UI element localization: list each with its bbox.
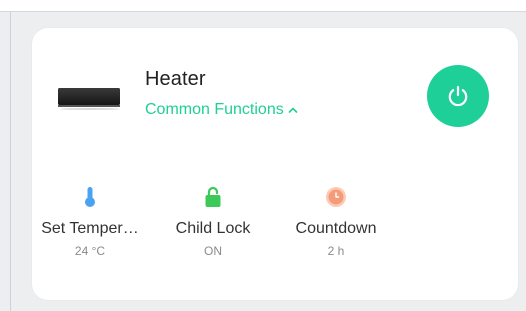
- function-label: Child Lock: [175, 220, 251, 237]
- power-icon: [448, 85, 468, 107]
- common-functions-toggle[interactable]: Common Functions: [145, 101, 298, 119]
- timer-icon: [326, 187, 346, 207]
- function-label: Countdown: [295, 220, 377, 237]
- device-card[interactable]: Heater Common Functions Set Temper… 24 °…: [32, 28, 518, 300]
- function-value: 2 h: [327, 244, 345, 258]
- function-value: ON: [204, 244, 222, 258]
- device-name: Heater: [145, 68, 206, 90]
- lock-icon: [205, 186, 221, 207]
- top-bar-edge: [0, 0, 526, 12]
- function-label: Set Temper…: [41, 220, 139, 237]
- power-button[interactable]: [427, 65, 489, 127]
- function-value: 24 °C: [74, 244, 106, 258]
- common-functions-label: Common Functions: [145, 101, 284, 118]
- left-border-line: [10, 12, 11, 311]
- chevron-up-icon: [288, 107, 298, 113]
- heater-device-image: [58, 88, 120, 110]
- thermometer-icon: [85, 187, 95, 207]
